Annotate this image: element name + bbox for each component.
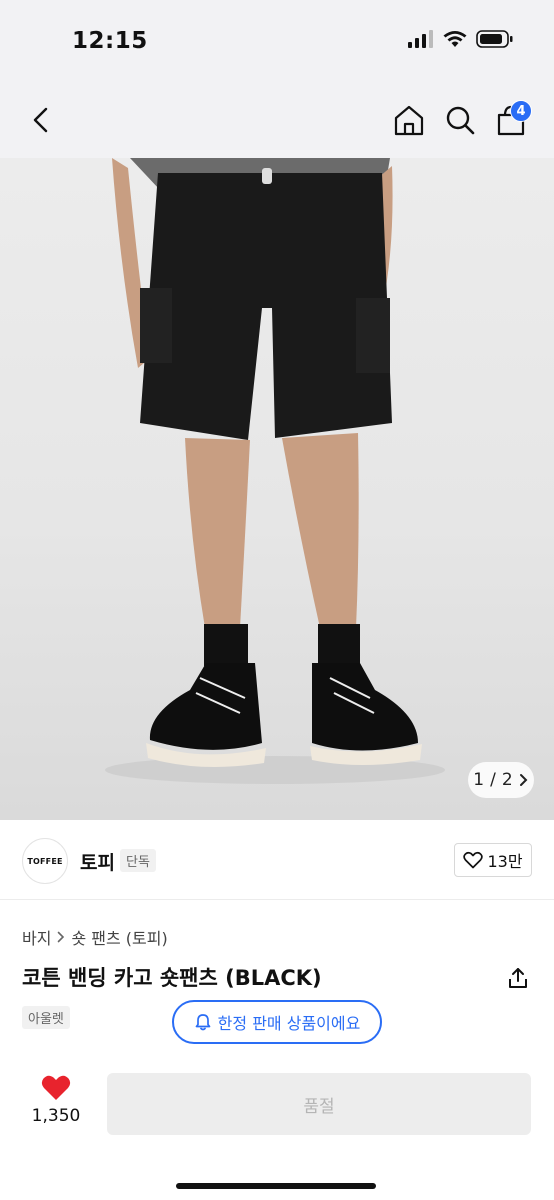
brand-name[interactable]: 토피 <box>80 848 115 875</box>
brand-logo[interactable]: TOFFEE <box>22 838 68 884</box>
image-counter-total: 2 <box>501 770 513 790</box>
home-indicator <box>176 1183 376 1189</box>
home-icon[interactable] <box>392 102 426 138</box>
wishlist-button[interactable]: 1,350 <box>26 1074 86 1126</box>
status-bar: 12:15 <box>0 0 554 80</box>
cart-badge: 4 <box>510 100 532 122</box>
limited-sale-label: 한정 판매 상품이에요 <box>217 1014 361 1033</box>
search-icon[interactable] <box>443 102 477 138</box>
product-photo <box>105 158 445 784</box>
wifi-icon <box>443 31 467 47</box>
chevron-right-icon <box>58 931 65 943</box>
brand-logo-text: TOFFEE <box>27 856 63 866</box>
image-counter-current: 1 <box>473 770 485 790</box>
brand-exclusive-tag: 단독 <box>120 849 156 872</box>
image-counter-separator: / <box>490 770 496 790</box>
signal-icon <box>408 30 433 48</box>
wishlist-count: 1,350 <box>31 1106 81 1126</box>
battery-icon <box>476 30 513 48</box>
breadcrumb: 바지 숏 팬츠 (토피) <box>22 925 168 949</box>
chevron-right-icon[interactable] <box>519 773 529 787</box>
heart-outline-icon <box>463 851 484 869</box>
outlet-tag: 아울렛 <box>22 1006 70 1029</box>
heart-filled-icon <box>41 1075 71 1100</box>
nav-bar <box>0 80 554 158</box>
image-counter: 1 / 2 <box>468 762 534 798</box>
back-icon[interactable] <box>26 102 56 138</box>
limited-sale-button[interactable]: 한정 판매 상품이에요 <box>172 1000 382 1044</box>
product-title: 코튼 밴딩 카고 숏팬츠 (BLACK) <box>22 966 322 990</box>
status-time: 12:15 <box>72 28 148 54</box>
share-icon[interactable] <box>506 966 530 990</box>
status-icons <box>408 30 514 48</box>
brand-row: TOFFEE 토피 단독 13만 <box>0 820 554 900</box>
product-image[interactable]: 1 / 2 <box>0 158 554 820</box>
breadcrumb-item[interactable]: 바지 <box>22 925 51 949</box>
brand-like-button[interactable]: 13만 <box>454 843 532 877</box>
sold-out-button[interactable]: 품절 <box>107 1073 531 1135</box>
bell-icon <box>195 1014 211 1031</box>
breadcrumb-item[interactable]: 숏 팬츠 (토피) <box>71 925 167 949</box>
brand-like-count: 13만 <box>487 852 523 871</box>
bottom-bar: 1,350 품절 <box>0 1060 554 1200</box>
